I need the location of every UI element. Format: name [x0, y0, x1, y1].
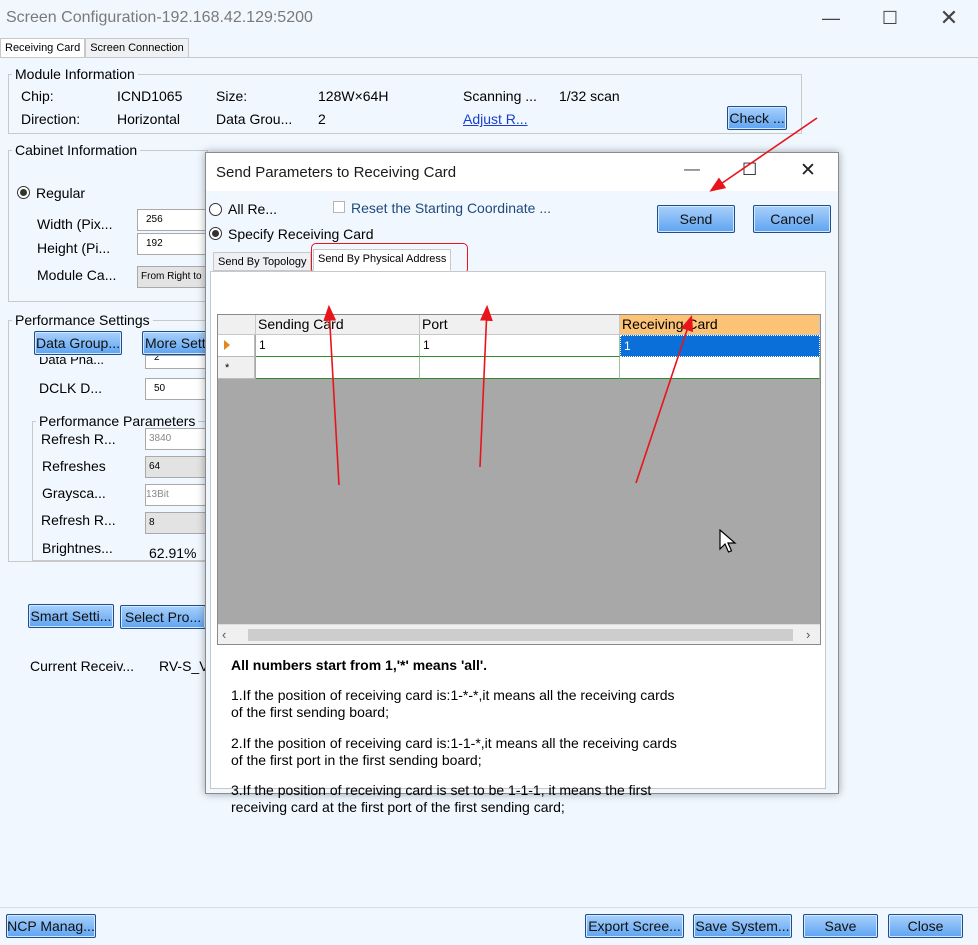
arrow-to-send	[709, 117, 818, 192]
arrow-to-sending-card	[323, 304, 340, 486]
annotation-arrows	[323, 117, 818, 486]
arrow-to-receiving-card	[635, 314, 694, 484]
arrow-to-port	[479, 304, 493, 468]
